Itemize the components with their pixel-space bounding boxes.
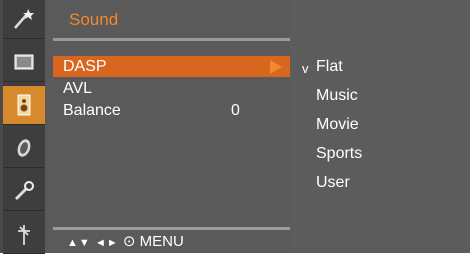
- picture-icon-tab[interactable]: [3, 0, 45, 39]
- menu-icon-bar: [3, 0, 45, 254]
- menu-item-balance[interactable]: Balance 0: [53, 100, 291, 121]
- bottom-divider: [53, 227, 291, 230]
- menu-item-avl[interactable]: AVL: [53, 78, 291, 99]
- balance-value: 0: [231, 102, 240, 119]
- osd-screen: Sound DASP AVL Balance 0 ▲▼ ◄► ⊙ MENU v …: [0, 0, 470, 254]
- check-mark-icon: v: [302, 61, 309, 76]
- menu-item-label: Balance: [63, 102, 121, 119]
- station-icon-tab[interactable]: [3, 215, 45, 254]
- menu-item-label: AVL: [63, 80, 93, 97]
- time-icon-tab[interactable]: [3, 129, 45, 168]
- screen-icon-tab[interactable]: [3, 43, 45, 82]
- submenu-item-sports[interactable]: Sports: [316, 145, 362, 163]
- station-antenna-icon: [18, 225, 30, 245]
- clock-icon: [17, 139, 31, 157]
- menu-title: Sound: [69, 10, 119, 29]
- option-key-icon: [14, 181, 34, 201]
- up-down-arrows-icon: ▲▼: [67, 237, 91, 249]
- submenu-item-movie[interactable]: Movie: [316, 116, 359, 134]
- ok-button-icon: ⊙: [122, 233, 136, 250]
- sound-icon-tab[interactable]: [3, 86, 45, 125]
- dasp-submenu-panel: v Flat Music Movie Sports User: [290, 0, 470, 253]
- submenu-item-music[interactable]: Music: [316, 87, 358, 105]
- screen-icon: [14, 54, 34, 70]
- option-icon-tab[interactable]: [3, 172, 45, 211]
- left-right-arrows-icon: ◄►: [94, 237, 119, 249]
- picture-wand-icon: [14, 9, 34, 29]
- speaker-icon: [17, 94, 31, 116]
- sound-menu-panel: Sound DASP AVL Balance 0 ▲▼ ◄► ⊙ MENU: [45, 0, 291, 253]
- menu-item-dasp[interactable]: DASP: [53, 56, 291, 77]
- submenu-item-user[interactable]: User: [316, 174, 350, 192]
- submenu-item-flat[interactable]: Flat: [316, 58, 343, 76]
- menu-hint-label: MENU: [139, 233, 184, 250]
- menu-item-label: DASP: [63, 58, 107, 75]
- title-divider: [53, 38, 291, 41]
- submenu-arrow-icon: [270, 60, 282, 74]
- navigation-hint: ▲▼ ◄► ⊙ MENU: [67, 232, 184, 250]
